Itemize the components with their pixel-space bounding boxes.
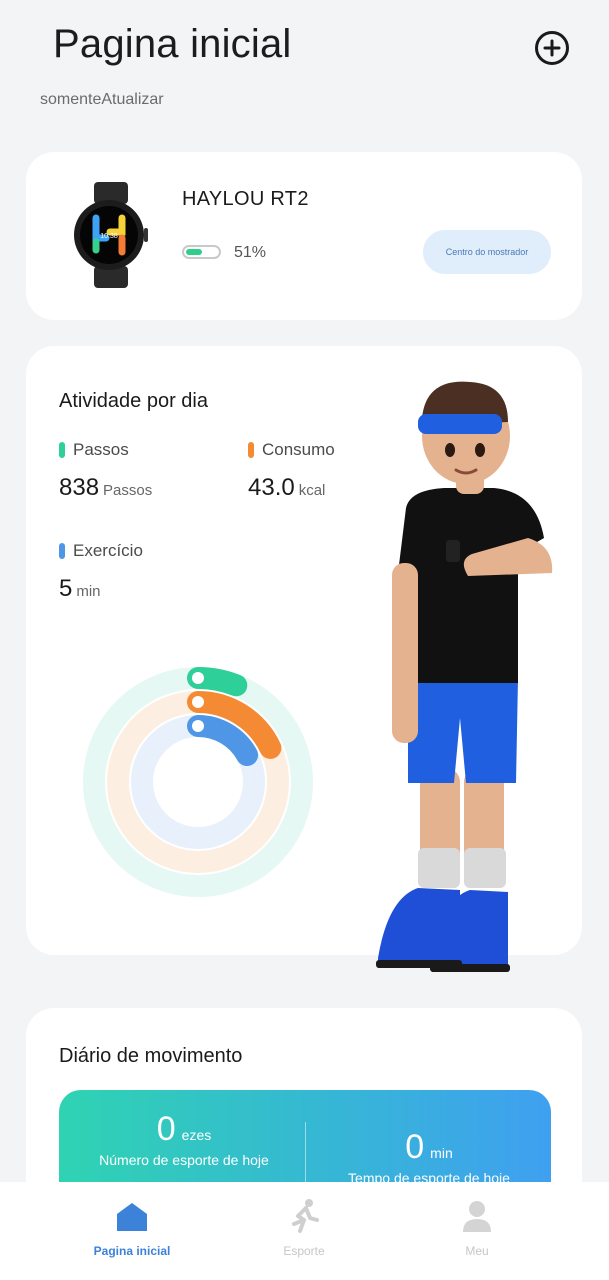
tab-sport-label: Esporte	[283, 1244, 325, 1258]
clock-icon	[192, 720, 204, 732]
consumption-color-bar	[248, 442, 254, 458]
diary-title: Diário de movimento	[59, 1045, 243, 1067]
exercise-value: 5 min	[59, 575, 101, 602]
battery-percentage: 51%	[234, 244, 267, 261]
tab-me-label: Meu	[465, 1244, 489, 1258]
watch-time: 10:38	[100, 233, 118, 240]
page-title: Pagina inicial	[53, 22, 292, 66]
sports-count-label: Número de esporte de hoje	[99, 1152, 269, 1168]
exercise-color-bar	[59, 543, 65, 559]
flame-icon	[192, 696, 204, 708]
exercise-ring-progress	[187, 715, 259, 767]
avatar-character	[376, 381, 553, 972]
tab-me[interactable]: Meu	[417, 1198, 537, 1258]
person-icon	[463, 1201, 491, 1232]
battery-icon	[182, 245, 221, 259]
running-icon	[292, 1199, 319, 1233]
sports-count-stat: 0 ezes Número de esporte de hoje	[89, 1110, 279, 1169]
steps-value: 838 Passos	[59, 474, 153, 501]
exercise-label: Exercício	[59, 541, 143, 561]
sports-time-value: 0	[405, 1128, 425, 1166]
activity-rings	[83, 667, 313, 897]
tab-sport[interactable]: Esporte	[244, 1198, 364, 1258]
shoe-icon	[192, 672, 204, 684]
consumption-label: Consumo	[248, 440, 335, 460]
tab-home-label: Pagina inicial	[93, 1244, 171, 1258]
smartwatch-image: 10:38	[74, 182, 148, 288]
device-card[interactable]: 10:38 HAYLOU RT2 51% Centro do mostrador	[26, 152, 582, 320]
watch-face-center-button[interactable]: Centro do mostrador	[423, 230, 551, 274]
add-device-button[interactable]	[535, 31, 569, 65]
tab-home[interactable]: Pagina inicial	[72, 1198, 192, 1258]
activity-title: Atividade por dia	[59, 390, 208, 412]
sync-status: somenteAtualizar	[40, 91, 164, 108]
home-icon	[117, 1203, 147, 1231]
device-name: HAYLOU RT2	[182, 188, 309, 210]
steps-label: Passos	[59, 440, 129, 460]
sports-count-value: 0	[156, 1110, 176, 1148]
plus-circle-icon	[543, 39, 561, 57]
sports-time-unit: min	[430, 1145, 453, 1161]
steps-color-bar	[59, 442, 65, 458]
sports-time-stat: 0 min Tempo de esporte de hoje	[329, 1128, 529, 1187]
bottom-tab-bar: Pagina inicial Esporte Meu	[0, 1182, 609, 1280]
sports-count-unit: ezes	[181, 1127, 212, 1143]
consumption-value: 43.0 kcal	[248, 474, 326, 501]
